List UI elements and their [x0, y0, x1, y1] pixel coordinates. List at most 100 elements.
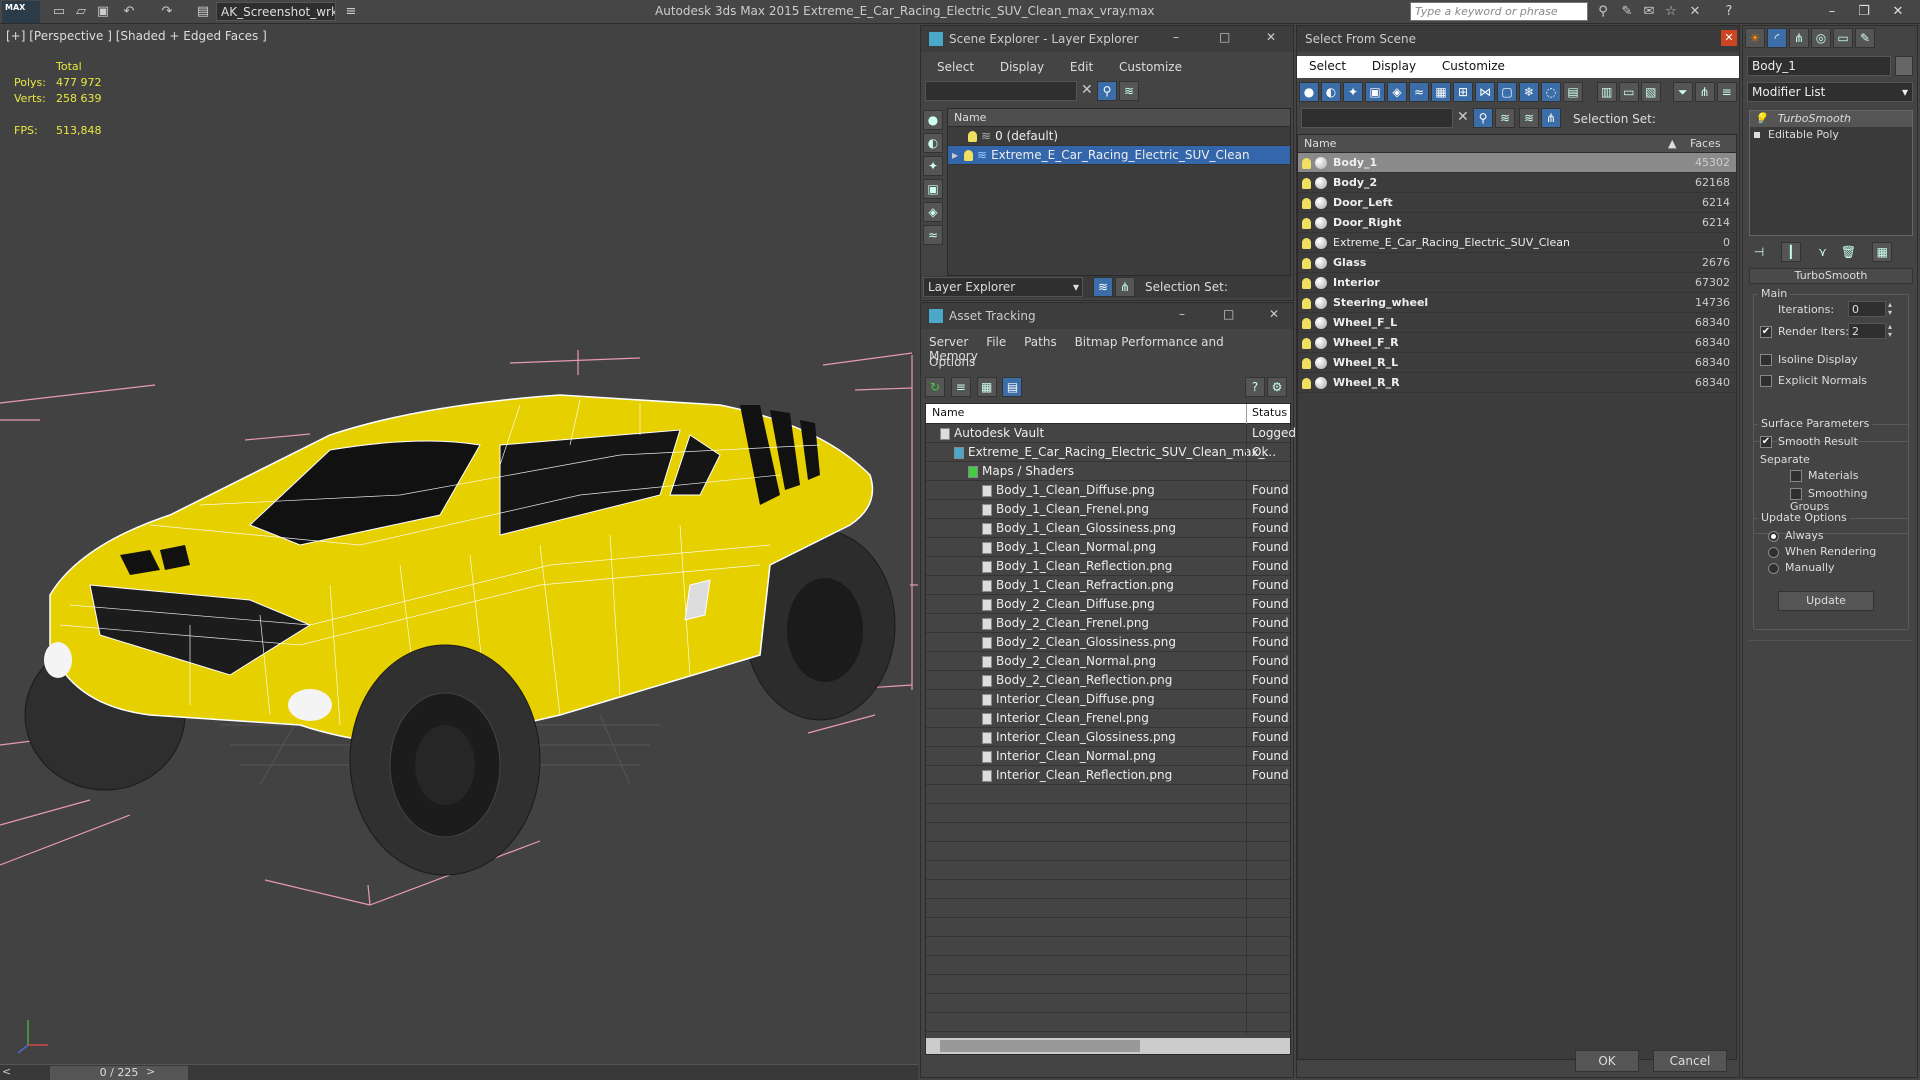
- help-icon[interactable]: ?: [1720, 3, 1738, 21]
- configure-modifier-sets-icon[interactable]: ▦: [1872, 242, 1893, 262]
- table-view-icon[interactable]: ▤: [1002, 377, 1023, 397]
- light-bulb-icon[interactable]: [1302, 317, 1311, 329]
- select-from-scene-close-icon[interactable]: ✕: [1721, 30, 1737, 46]
- xrefs-filter-icon[interactable]: ⊞: [1453, 82, 1473, 102]
- asset-row[interactable]: Interior_Clean_Normal.png Found: [926, 747, 1290, 766]
- light-bulb-icon[interactable]: 💡: [1754, 112, 1768, 125]
- asset-row[interactable]: Body_1_Clean_Normal.png Found: [926, 538, 1290, 557]
- light-bulb-icon[interactable]: [1302, 257, 1311, 269]
- scene-object-row[interactable]: Wheel_R_R 68340: [1298, 373, 1736, 393]
- display-tab-icon[interactable]: ▭: [1833, 28, 1853, 48]
- time-next-icon[interactable]: >: [146, 1065, 155, 1078]
- light-bulb-icon[interactable]: [1302, 357, 1311, 369]
- light-bulb-icon[interactable]: [1302, 297, 1311, 309]
- turbosmooth-rollout-header[interactable]: TurboSmooth: [1749, 268, 1913, 284]
- filter-funnel-icon[interactable]: ⏷: [1672, 82, 1693, 102]
- favorites-icon[interactable]: ☆: [1662, 3, 1680, 21]
- asset-row[interactable]: Body_1_Clean_Frenel.png Found: [926, 500, 1290, 519]
- asset-row[interactable]: Body_1_Clean_Refraction.png Found: [926, 576, 1290, 595]
- menu-customize[interactable]: Customize: [1119, 60, 1182, 74]
- bones-filter-icon[interactable]: ⋈: [1475, 82, 1495, 102]
- isoline-display-checkbox[interactable]: [1760, 354, 1772, 366]
- light-bulb-icon[interactable]: [1302, 277, 1311, 289]
- scene-object-row[interactable]: Steering_wheel 14736: [1298, 293, 1736, 313]
- asset-tracking-close-icon[interactable]: ✕: [1269, 307, 1279, 321]
- asset-horizontal-scrollbar[interactable]: [926, 1038, 1290, 1054]
- hierarchy-filter-icon[interactable]: ⋔: [1694, 82, 1715, 102]
- layer-row-car[interactable]: ▸ ≋ Extreme_E_Car_Racing_Electric_SUV_Clea…: [948, 146, 1290, 165]
- layer-add-icon[interactable]: ≋: [1119, 81, 1139, 101]
- display-spacewarps-icon[interactable]: ≈: [923, 225, 943, 245]
- light-bulb-icon[interactable]: [968, 131, 977, 142]
- cameras-filter-icon[interactable]: ▣: [1365, 82, 1385, 102]
- layer-explorer-icon[interactable]: ≋: [1093, 277, 1113, 297]
- layer-add-icon[interactable]: ≋: [1495, 108, 1515, 128]
- light-bulb-icon[interactable]: [1302, 237, 1311, 249]
- asset-tracking-minimize-icon[interactable]: –: [1179, 307, 1185, 321]
- display-shapes-icon[interactable]: ◐: [923, 133, 943, 153]
- scene-object-row[interactable]: Glass 2676: [1298, 253, 1736, 273]
- modifier-list-dropdown[interactable]: Modifier List ▾: [1747, 82, 1913, 102]
- modifier-stack-item[interactable]: Editable Poly: [1750, 127, 1912, 143]
- asset-row[interactable]: Body_2_Clean_Glossiness.png Found: [926, 633, 1290, 652]
- scene-explorer-search-input[interactable]: [925, 81, 1077, 101]
- scene-object-row[interactable]: Wheel_R_L 68340: [1298, 353, 1736, 373]
- show-end-result-icon[interactable]: ┃: [1780, 242, 1801, 262]
- groups-filter-icon[interactable]: ▦: [1431, 82, 1451, 102]
- asset-row[interactable]: Body_1_Clean_Glossiness.png Found: [926, 519, 1290, 538]
- scene-explorer-close-icon[interactable]: ✕: [1266, 30, 1276, 44]
- scene-object-row[interactable]: Body_1 45302: [1298, 153, 1736, 173]
- hierarchy-icon[interactable]: ⋔: [1115, 277, 1135, 297]
- lights-filter-icon[interactable]: ✦: [1343, 82, 1363, 102]
- stack-expand-icon[interactable]: [1754, 132, 1760, 138]
- display-helpers-icon[interactable]: ◈: [923, 202, 943, 222]
- update-manually-radio[interactable]: [1768, 562, 1779, 574]
- menu-paths[interactable]: Paths: [1024, 335, 1057, 349]
- display-cameras-icon[interactable]: ▣: [923, 179, 943, 199]
- asset-col-status[interactable]: Status: [1252, 406, 1287, 419]
- binoculars-icon[interactable]: ⚲: [1594, 3, 1612, 21]
- spacewarps-filter-icon[interactable]: ≈: [1409, 82, 1429, 102]
- light-bulb-icon[interactable]: [1302, 377, 1311, 389]
- col-faces[interactable]: Faces: [1690, 137, 1721, 150]
- restore-icon[interactable]: ❐: [1850, 2, 1878, 22]
- asset-row[interactable]: Extreme_E_Car_Racing_Electric_SUV_Clean_…: [926, 443, 1290, 462]
- make-unique-icon[interactable]: ⋎: [1813, 243, 1833, 263]
- scene-object-row[interactable]: Wheel_F_R 68340: [1298, 333, 1736, 353]
- asset-row[interactable]: Body_2_Clean_Reflection.png Found: [926, 671, 1290, 690]
- explorer-type-dropdown[interactable]: Layer Explorer ▾: [923, 277, 1083, 297]
- cancel-button[interactable]: Cancel: [1653, 1050, 1727, 1072]
- asset-row[interactable]: Interior_Clean_Glossiness.png Found: [926, 728, 1290, 747]
- clear-search-icon[interactable]: ✕: [1081, 82, 1093, 98]
- smoothing-groups-checkbox[interactable]: [1790, 488, 1802, 500]
- hierarchy-icon[interactable]: ⋔: [1541, 108, 1561, 128]
- col-name[interactable]: Name: [1304, 137, 1336, 150]
- workspace-menu-icon[interactable]: ≡: [342, 3, 360, 21]
- asset-row[interactable]: Body_2_Clean_Normal.png Found: [926, 652, 1290, 671]
- smooth-result-checkbox[interactable]: ✔: [1760, 436, 1772, 448]
- perspective-viewport[interactable]: [+] [Perspective ] [Shaded + Edged Faces…: [0, 25, 918, 1064]
- light-bulb-icon[interactable]: [1302, 217, 1311, 229]
- remove-modifier-icon[interactable]: 🗑: [1838, 243, 1858, 263]
- display-lights-icon[interactable]: ✦: [923, 156, 943, 176]
- list-view-icon[interactable]: ≡: [950, 377, 971, 397]
- collapse-icon[interactable]: ≡: [1716, 82, 1737, 102]
- display-geometry-icon[interactable]: ●: [923, 110, 943, 130]
- settings-icon[interactable]: ⚙: [1267, 377, 1287, 397]
- frozen-filter-icon[interactable]: ❄: [1519, 82, 1539, 102]
- object-name-field[interactable]: Body_1: [1747, 56, 1891, 76]
- render-iters-spinner[interactable]: 2: [1848, 323, 1886, 339]
- asset-row[interactable]: Body_2_Clean_Frenel.png Found: [926, 614, 1290, 633]
- select-none-icon[interactable]: ▭: [1618, 82, 1639, 102]
- thumbnail-view-icon[interactable]: ▦: [976, 377, 997, 397]
- materials-checkbox[interactable]: [1790, 470, 1802, 482]
- layer-row-default[interactable]: ≋ 0 (default): [948, 127, 1290, 146]
- menu-edit[interactable]: Edit: [1070, 60, 1093, 74]
- shapes-filter-icon[interactable]: ◐: [1321, 82, 1341, 102]
- update-button[interactable]: Update: [1778, 591, 1874, 611]
- minimize-icon[interactable]: –: [1818, 2, 1846, 22]
- tools-icon[interactable]: ✎: [1618, 3, 1636, 21]
- expand-arrow-icon[interactable]: ▸: [952, 148, 958, 162]
- motion-tab-icon[interactable]: ◎: [1811, 28, 1831, 48]
- light-bulb-icon[interactable]: [1302, 177, 1311, 189]
